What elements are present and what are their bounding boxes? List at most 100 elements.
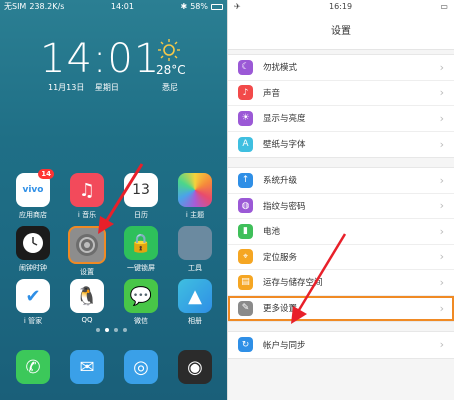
settings-row-more[interactable]: ✎ 更多设置 › xyxy=(228,295,454,321)
temperature: 28°C xyxy=(156,63,186,77)
carrier-text: 无SIM xyxy=(4,2,27,11)
app-manager[interactable]: ✔ i 管家 xyxy=(13,279,53,326)
page-indicator xyxy=(96,328,127,332)
settings-row-account[interactable]: ↻ 帐户与同步 › xyxy=(228,332,454,358)
status-bar: ✈ 16:19 ▭ xyxy=(228,0,454,14)
network-speed: 238.2K/s xyxy=(29,2,65,11)
settings-row-battery[interactable]: ▮ 电池 › xyxy=(228,219,454,245)
home-screen: 无SIM 238.2K/s 14:01 ✱ 58% 14:01 11月13日 星… xyxy=(0,0,227,400)
app-gallery[interactable]: ▲ 相册 xyxy=(175,279,215,326)
row-label: 电池 xyxy=(263,227,281,238)
app-wechat[interactable]: 💬 微信 xyxy=(121,279,161,326)
qq-penguin-icon: 🐧 xyxy=(70,279,104,313)
settings-row-location[interactable]: ⌖ 定位服务 › xyxy=(228,245,454,270)
gallery-icon: ▲ xyxy=(178,279,212,313)
font-icon: A xyxy=(238,136,253,152)
sun-icon xyxy=(158,39,180,61)
status-time: 16:19 xyxy=(329,2,353,11)
app-settings[interactable]: 设置 xyxy=(67,226,107,277)
settings-row-display[interactable]: ☀ 显示与亮度 › xyxy=(228,106,454,132)
chevron-right-icon: › xyxy=(439,86,444,100)
storage-icon: ▤ xyxy=(238,274,253,290)
app-label: i 主题 xyxy=(185,211,205,219)
fingerprint-icon: ◍ xyxy=(238,198,253,214)
app-label: QQ xyxy=(81,316,93,324)
moon-icon: ☾ xyxy=(238,59,253,75)
row-label: 指纹与密码 xyxy=(263,201,306,212)
settings-row-wallpaper[interactable]: A 壁纸与字体 › xyxy=(228,132,454,158)
calendar-icon: 13 xyxy=(124,173,158,207)
app-calendar[interactable]: 13 日历 xyxy=(121,173,161,220)
chevron-right-icon: › xyxy=(439,173,444,187)
camera-icon: ◉ xyxy=(178,350,212,384)
app-label: 设置 xyxy=(80,268,94,276)
battery-percent: 58% xyxy=(190,2,208,11)
app-clock[interactable]: 闹钟时钟 xyxy=(13,226,53,273)
sound-icon: ♪ xyxy=(238,85,253,101)
app-label: 工具 xyxy=(188,264,202,272)
battery-icon: ▭ xyxy=(440,2,448,11)
status-bar: 无SIM 238.2K/s 14:01 ✱ 58% xyxy=(0,0,227,14)
app-music[interactable]: ♫ i 音乐 xyxy=(67,173,107,220)
wrench-icon: ✎ xyxy=(238,300,253,316)
dock-phone[interactable]: ✆ xyxy=(13,350,53,384)
date-text: 11月13日 星期日 xyxy=(48,83,119,92)
app-label: 微信 xyxy=(134,317,148,325)
battery-icon: ▮ xyxy=(238,223,253,239)
settings-screen: ✈ 16:19 ▭ 设置 ☾ 勿扰模式 › ♪ 声音 › ☀ 显示与亮度 › A… xyxy=(227,0,454,400)
app-qq[interactable]: 🐧 QQ xyxy=(67,279,107,324)
app-store[interactable]: vivo 14 应用商店 xyxy=(13,169,54,220)
city-name: 悉尼 xyxy=(162,83,178,92)
phone-icon: ✆ xyxy=(16,350,50,384)
app-store-icon: vivo 14 xyxy=(16,169,54,207)
theme-icon xyxy=(178,173,212,207)
row-label: 运存与储存空间 xyxy=(263,278,323,289)
app-label: i 音乐 xyxy=(77,211,97,219)
settings-row-sound[interactable]: ♪ 声音 › xyxy=(228,81,454,106)
dock-messages[interactable]: ✉ xyxy=(67,350,107,384)
status-time: 14:01 xyxy=(110,2,134,11)
row-label: 壁纸与字体 xyxy=(263,140,306,151)
settings-group-1: ☾ 勿扰模式 › ♪ 声音 › ☀ 显示与亮度 › A 壁纸与字体 › xyxy=(228,54,454,158)
settings-row-storage[interactable]: ▤ 运存与储存空间 › xyxy=(228,270,454,296)
upgrade-icon: ↑ xyxy=(238,172,253,188)
dock-camera[interactable]: ◉ xyxy=(175,350,215,384)
settings-row-fingerprint[interactable]: ◍ 指纹与密码 › xyxy=(228,194,454,219)
music-icon: ♫ xyxy=(70,173,104,207)
dock-browser[interactable]: ◎ xyxy=(121,350,161,384)
account-icon: ↻ xyxy=(238,337,253,353)
airplane-icon: ✈ xyxy=(234,2,241,11)
settings-gear-icon xyxy=(68,226,106,264)
notification-badge: 14 xyxy=(38,169,54,179)
app-label: 相册 xyxy=(188,317,202,325)
settings-group-3: ↻ 帐户与同步 › xyxy=(228,331,454,359)
chevron-right-icon: › xyxy=(439,250,444,264)
wifi-icon: ✱ xyxy=(180,2,188,11)
settings-row-upgrade[interactable]: ↑ 系统升级 › xyxy=(228,168,454,194)
wechat-icon: 💬 xyxy=(124,279,158,313)
battery-icon xyxy=(211,4,223,10)
chevron-right-icon: › xyxy=(439,111,444,125)
chevron-right-icon: › xyxy=(439,338,444,352)
message-icon: ✉ xyxy=(70,350,104,384)
app-label: 日历 xyxy=(134,211,148,219)
row-label: 帐户与同步 xyxy=(263,340,306,351)
clock-icon xyxy=(16,226,50,260)
app-label: 闹钟时钟 xyxy=(19,264,47,272)
app-label: 应用商店 xyxy=(19,211,47,219)
app-tools[interactable]: 工具 xyxy=(175,226,215,273)
chevron-right-icon: › xyxy=(439,60,444,74)
shield-icon: ✔ xyxy=(16,279,50,313)
app-lockscreen[interactable]: 🔒 一键锁屏 xyxy=(121,226,161,273)
chevron-right-icon: › xyxy=(439,275,444,289)
app-label: 一键锁屏 xyxy=(127,264,155,272)
settings-row-dnd[interactable]: ☾ 勿扰模式 › xyxy=(228,55,454,81)
tools-folder-icon xyxy=(178,226,212,260)
app-theme[interactable]: i 主题 xyxy=(175,173,215,220)
row-label: 更多设置 xyxy=(263,304,298,315)
row-label: 系统升级 xyxy=(263,176,298,187)
chevron-right-icon: › xyxy=(439,224,444,238)
location-icon: ⌖ xyxy=(238,249,253,265)
page-title: 设置 xyxy=(228,14,454,50)
clock-widget[interactable]: 14:01 xyxy=(40,36,160,82)
